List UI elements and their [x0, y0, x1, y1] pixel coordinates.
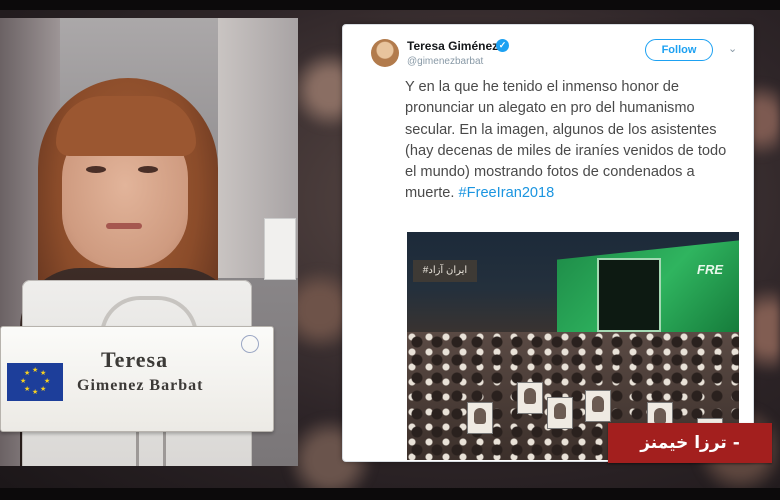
- crowd-banner: #ایران آزاد: [413, 260, 477, 282]
- avatar[interactable]: [371, 39, 399, 67]
- letterbox-bottom: [0, 488, 780, 500]
- lanyard-badge: [264, 218, 296, 280]
- tweet-body: Y en la que he tenido el inmenso honor d…: [405, 79, 727, 202]
- author-handle[interactable]: @gimenezbarbat: [407, 56, 483, 67]
- chevron-down-icon[interactable]: ⌄: [728, 42, 737, 55]
- parliament-seal-icon: [241, 335, 259, 353]
- nameplate: ★ ★ ★ ★ ★ ★ ★ ★ Teresa Gimenez Barbat: [0, 326, 274, 432]
- letterbox-top: [0, 0, 780, 10]
- protest-photo-poster: [517, 382, 543, 414]
- mouth: [106, 223, 142, 229]
- bangs: [56, 96, 196, 156]
- verified-badge-icon: ✓: [496, 39, 509, 52]
- stage-screen: [597, 258, 661, 332]
- protest-photo-poster: [547, 397, 573, 429]
- protest-photo-poster: [467, 402, 493, 434]
- left-eye: [86, 166, 106, 173]
- author-name[interactable]: Teresa Giménez: [407, 39, 498, 53]
- tweet-card: Teresa Giménez ✓ @gimenezbarbat Follow ⌄…: [342, 24, 754, 462]
- nameplate-first-name: Teresa: [101, 347, 169, 372]
- right-eye: [138, 166, 158, 173]
- name-caption: - ترزا خیمنز: [608, 423, 772, 463]
- eu-flag-icon: ★ ★ ★ ★ ★ ★ ★ ★: [7, 363, 63, 401]
- follow-button[interactable]: Follow: [645, 39, 713, 61]
- nameplate-last-name: Gimenez Barbat: [77, 377, 204, 394]
- stage-lettering: FRE: [697, 262, 723, 277]
- tweet-text: Y en la que he tenido el inmenso honor d…: [405, 77, 739, 205]
- speaker-photo: ★ ★ ★ ★ ★ ★ ★ ★ Teresa Gimenez Barbat: [0, 18, 298, 466]
- hashtag-link[interactable]: #FreeIran2018: [459, 185, 555, 201]
- protest-photo-poster: [585, 390, 611, 422]
